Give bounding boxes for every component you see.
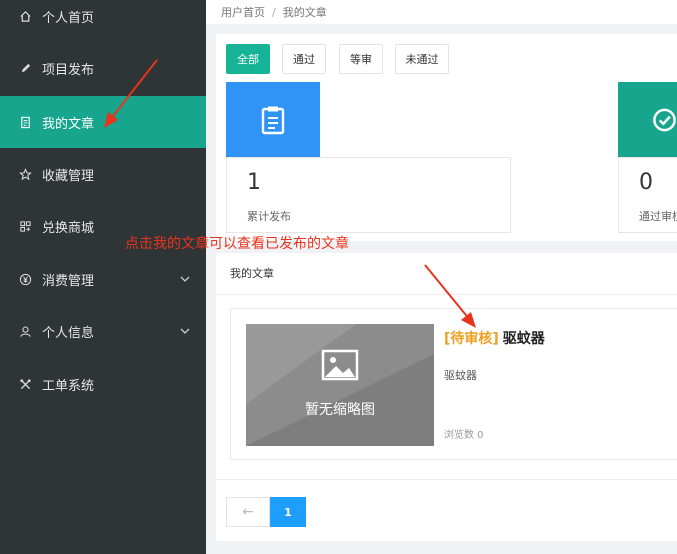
sidebar-item-publish[interactable]: 项目发布 (0, 42, 206, 94)
stat-box: 1 累计发布 (226, 157, 511, 233)
breadcrumb-separator: / (272, 5, 276, 19)
grid-icon (18, 219, 32, 233)
sidebar-item-home[interactable]: 个人首页 (0, 0, 206, 42)
article-title-text: 驱蚊器 (502, 331, 545, 347)
article-status-badge: [待审核] (444, 331, 499, 347)
article-card[interactable]: 暂无缩略图 [待审核] 驱蚊器 驱蚊器 浏览数 0 (230, 308, 677, 460)
chevron-down-icon (180, 276, 190, 282)
tools-icon (18, 377, 32, 391)
stat-value: 0 (639, 170, 653, 195)
article-views: 浏览数 0 (444, 430, 484, 441)
pagination-prev-button[interactable]: ← (226, 497, 270, 527)
stat-tile (618, 82, 677, 157)
divider (216, 479, 677, 480)
clipboard-icon (261, 106, 285, 134)
stat-tile (226, 82, 320, 157)
sidebar-item-label: 项目发布 (42, 62, 95, 78)
sidebar-item-favorites[interactable]: 收藏管理 (0, 148, 206, 200)
stat-box: 0 通过审核 (618, 157, 677, 233)
articles-panel-title: 我的文章 (230, 267, 274, 280)
article-title[interactable]: [待审核] 驱蚊器 (444, 328, 545, 348)
check-circle-icon (653, 108, 676, 131)
sidebar-item-label: 个人信息 (42, 325, 95, 341)
pencil-icon (18, 61, 32, 75)
breadcrumb-current: 我的文章 (282, 6, 327, 19)
breadcrumb-home[interactable]: 用户首页 (221, 4, 265, 20)
sidebar-item-spending[interactable]: 消费管理 (0, 253, 206, 305)
sidebar-item-tickets[interactable]: 工单系统 (0, 358, 206, 410)
document-icon (18, 115, 32, 129)
stat-label: 累计发布 (247, 210, 291, 223)
stat-label: 通过审核 (639, 210, 677, 223)
pagination-page-button[interactable]: 1 (270, 497, 306, 527)
home-icon (18, 9, 32, 23)
chevron-down-icon (180, 328, 190, 334)
article-thumbnail[interactable]: 暂无缩略图 (246, 324, 434, 446)
sidebar-item-label: 个人首页 (42, 10, 95, 26)
sidebar-item-label: 工单系统 (42, 378, 95, 394)
sidebar-item-label: 我的文章 (42, 116, 95, 132)
sidebar-item-profile[interactable]: 个人信息 (0, 305, 206, 357)
sidebar-item-label: 收藏管理 (42, 168, 95, 184)
filter-all-button[interactable]: 全部 (226, 44, 270, 74)
star-icon (18, 167, 32, 181)
sidebar-item-my-articles[interactable]: 我的文章 (0, 96, 206, 148)
sidebar-item-label: 兑换商城 (42, 220, 95, 236)
breadcrumb: 用户首页 / 我的文章 (206, 0, 677, 24)
filter-approved-button[interactable]: 通过 (282, 44, 326, 74)
thumbnail-text: 暂无缩略图 (305, 402, 375, 418)
annotation-text: 点击我的文章可以查看已发布的文章 (125, 236, 349, 252)
thumbnail-placeholder (246, 324, 434, 446)
main-content: 用户首页 / 我的文章 全部 通过 等审 未通过 1 累计发布 0 通过审 我的… (206, 0, 677, 554)
divider (216, 294, 677, 295)
filter-pending-button[interactable]: 等审 (339, 44, 383, 74)
filter-rejected-button[interactable]: 未通过 (395, 44, 449, 74)
stats-panel: 全部 通过 等审 未通过 1 累计发布 0 通过审 (216, 34, 677, 241)
yen-icon (18, 272, 32, 286)
articles-panel: 我的文章 暂无缩略图 [待审核] 驱蚊器 驱蚊器 浏览数 0 ← 1 (216, 253, 677, 541)
user-icon (18, 324, 32, 338)
sidebar: 个人首页 项目发布 我的文章 收藏管理 兑换商城 消费管理 个人信息 工单系统 (0, 0, 206, 554)
sidebar-item-label: 消费管理 (42, 273, 95, 289)
article-description: 驱蚊器 (444, 369, 477, 382)
stat-value: 1 (247, 170, 261, 195)
